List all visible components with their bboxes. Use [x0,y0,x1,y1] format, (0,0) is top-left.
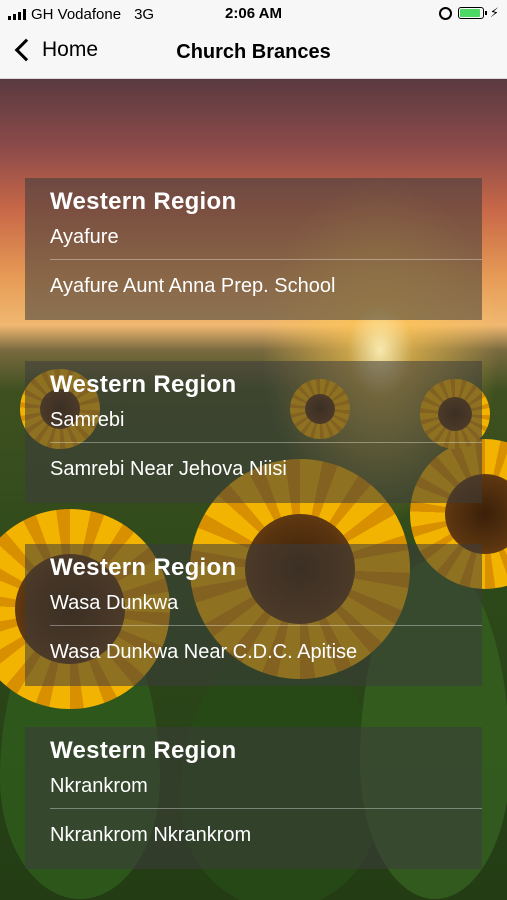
branch-region: Western Region [50,737,237,764]
branch-location[interactable]: Samrebi Near Jehova Niisi [25,443,482,503]
branch-region: Western Region [50,371,237,398]
branch-town: Wasa Dunkwa [50,592,179,614]
branch-town: Ayafure [50,226,119,248]
branch-list[interactable]: Western Region Ayafure Ayafure Aunt Anna… [0,79,507,900]
charging-icon: ⚡ [489,5,499,20]
status-bar: GH Vodafone 3G 2:06 AM ⚡ [0,0,507,28]
battery-icon [457,7,487,19]
branch-card[interactable]: Western Region Nkrankrom Nkrankrom Nkran… [25,727,482,869]
alarm-icon [438,6,452,20]
branch-card[interactable]: Western Region Ayafure Ayafure Aunt Anna… [25,178,482,320]
status-time: 2:06 AM [225,5,282,22]
branch-card[interactable]: Western Region Wasa Dunkwa Wasa Dunkwa N… [25,544,482,686]
branch-town: Nkrankrom [50,775,148,797]
branch-location[interactable]: Ayafure Aunt Anna Prep. School [25,260,482,320]
navigation-bar: Home Church Brances [0,28,507,79]
branch-card[interactable]: Western Region Samrebi Samrebi Near Jeho… [25,361,482,503]
branch-town: Samrebi [50,409,125,431]
branch-location[interactable]: Nkrankrom Nkrankrom [25,809,482,869]
branch-region: Western Region [50,188,237,215]
status-right: ⚡ [438,5,499,21]
branch-location[interactable]: Wasa Dunkwa Near C.D.C. Apitise [25,626,482,686]
page-title: Church Brances [176,41,331,63]
branch-region: Western Region [50,554,237,581]
